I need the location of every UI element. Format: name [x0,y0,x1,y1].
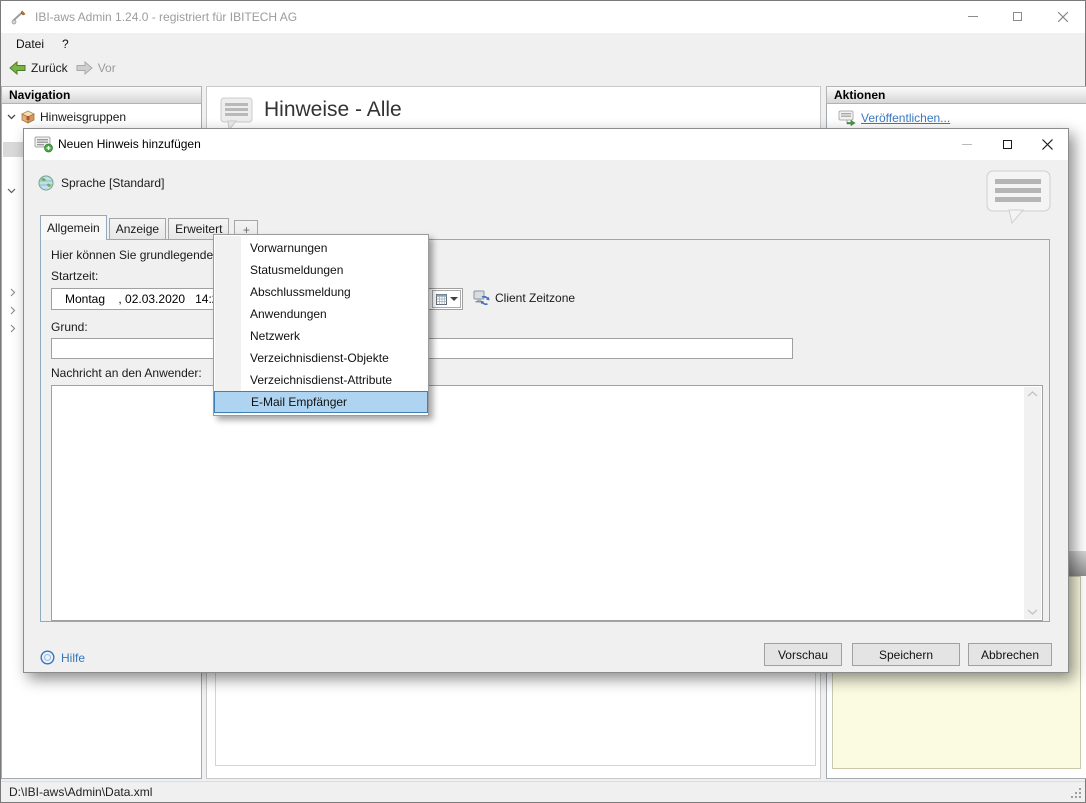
back-label: Zurück [31,61,68,75]
minimize-icon [967,16,978,17]
chevron-right-icon[interactable] [8,306,17,315]
minimize-icon [962,144,972,145]
calendar-icon [435,293,447,305]
language-label: Sprache [Standard] [61,176,165,190]
abbrechen-button[interactable]: Abbrechen [968,643,1052,666]
menu-item-vorwarnungen[interactable]: Vorwarnungen [214,237,428,259]
globe-icon [38,175,54,191]
language-selector[interactable]: Sprache [Standard] [38,175,164,191]
window-title: IBI-aws Admin 1.24.0 - registriert für I… [35,10,298,24]
intro-text: Hier können Sie grundlegende Ei [51,248,228,262]
tab-anzeige[interactable]: Anzeige [108,218,167,240]
message-label: Nachricht an den Anwender: [51,366,202,380]
minimize-button[interactable] [950,1,995,32]
dialog-minimize-button [947,130,987,159]
hinweis-bubble-icon [985,169,1053,225]
publish-icon [838,110,856,126]
menu-item-abschlussmeldung[interactable]: Abschlussmeldung [214,281,428,303]
maximize-icon [1002,140,1012,149]
help-icon [40,650,55,665]
publish-action[interactable]: Veröffentlichen... [827,109,950,127]
message-textarea[interactable] [52,386,1025,620]
tree-item-label: Hinweisgruppen [40,109,127,124]
scroll-up-icon[interactable] [1027,391,1038,397]
vorschau-button[interactable]: Vorschau [764,643,842,666]
textarea-scrollbar[interactable] [1024,387,1041,619]
menu-bar: Datei ? [1,33,1085,55]
forward-button[interactable]: Vor [76,61,116,75]
dialog-close-button[interactable] [1027,130,1067,159]
menu-help[interactable]: ? [53,33,78,55]
add-tab-menu: Vorwarnungen Statusmeldungen Abschlussme… [213,234,429,416]
menu-item-statusmeldungen[interactable]: Statusmeldungen [214,259,428,281]
titlebar[interactable]: IBI-aws Admin 1.24.0 - registriert für I… [1,1,1085,33]
application-window: IBI-aws Admin 1.24.0 - registriert für I… [0,0,1086,803]
dialog-title: Neuen Hinweis hinzufügen [58,137,201,151]
menu-datei[interactable]: Datei [7,33,53,55]
menu-item-verzeichnisdienst-attribute[interactable]: Verzeichnisdienst-Attribute [214,369,428,391]
hinweisgruppen-box-icon [21,110,35,124]
status-bar: D:\IBI-aws\Admin\Data.xml [1,781,1085,802]
start-time-label: Startzeit: [51,269,99,283]
dialog-maximize-button[interactable] [987,130,1027,159]
close-icon [1057,11,1068,22]
back-button[interactable]: Zurück [9,61,68,75]
tree-item-hinweisgruppen[interactable]: Hinweisgruppen [2,107,126,126]
client-timezone-label: Client Zeitzone [495,291,576,305]
dialog-titlebar[interactable]: Neuen Hinweis hinzufügen [24,129,1068,160]
menu-item-verzeichnisdienst-objekte[interactable]: Verzeichnisdienst-Objekte [214,347,428,369]
resize-grip-icon[interactable] [1079,796,1081,798]
speech-bubble-icon [220,95,253,132]
add-hinweis-dialog: Neuen Hinweis hinzufügen Sprache [Standa… [23,128,1069,673]
menu-item-email-empfaenger[interactable]: E-Mail Empfänger [214,391,428,413]
page-title: Hinweise - Alle [264,98,402,121]
chevron-down-icon[interactable] [7,112,16,121]
publish-link-label: Veröffentlichen... [861,111,951,125]
client-timezone-icon [473,290,490,305]
help-link[interactable]: Hilfe [40,650,85,665]
help-label: Hilfe [61,650,86,665]
maximize-button[interactable] [995,1,1040,32]
menu-item-netzwerk[interactable]: Netzwerk [214,325,428,347]
scroll-down-icon[interactable] [1027,609,1038,615]
maximize-icon [1013,12,1022,21]
chevron-right-icon[interactable] [8,288,17,297]
back-arrow-icon [9,61,26,75]
actions-header: Aktionen [826,86,1086,104]
tab-allgemein[interactable]: Allgemein [40,215,107,240]
dialog-icon [34,135,54,153]
start-time-value: Montag , 02.03.2020 14:23 [65,292,226,306]
forward-label: Vor [97,61,116,75]
tab-page-allgemein: Hier können Sie grundlegende Ei Startzei… [40,239,1050,622]
speichern-button[interactable]: Speichern [852,643,960,666]
message-box [51,385,1043,621]
close-icon [1041,139,1053,150]
chevron-right-icon[interactable] [8,324,17,333]
forward-arrow-icon [76,61,93,75]
calendar-dropdown-button[interactable] [432,290,461,308]
toolbar: Zurück Vor [1,55,1085,81]
menu-item-anwendungen[interactable]: Anwendungen [214,303,428,325]
client-timezone: Client Zeitzone [473,290,575,306]
status-path: D:\IBI-aws\Admin\Data.xml [9,785,153,799]
chevron-down-icon[interactable] [7,186,16,195]
close-button[interactable] [1040,1,1085,32]
navigation-header: Navigation [1,86,202,104]
app-icon [11,9,27,25]
reason-label: Grund: [51,320,88,334]
chevron-down-icon [449,297,458,301]
